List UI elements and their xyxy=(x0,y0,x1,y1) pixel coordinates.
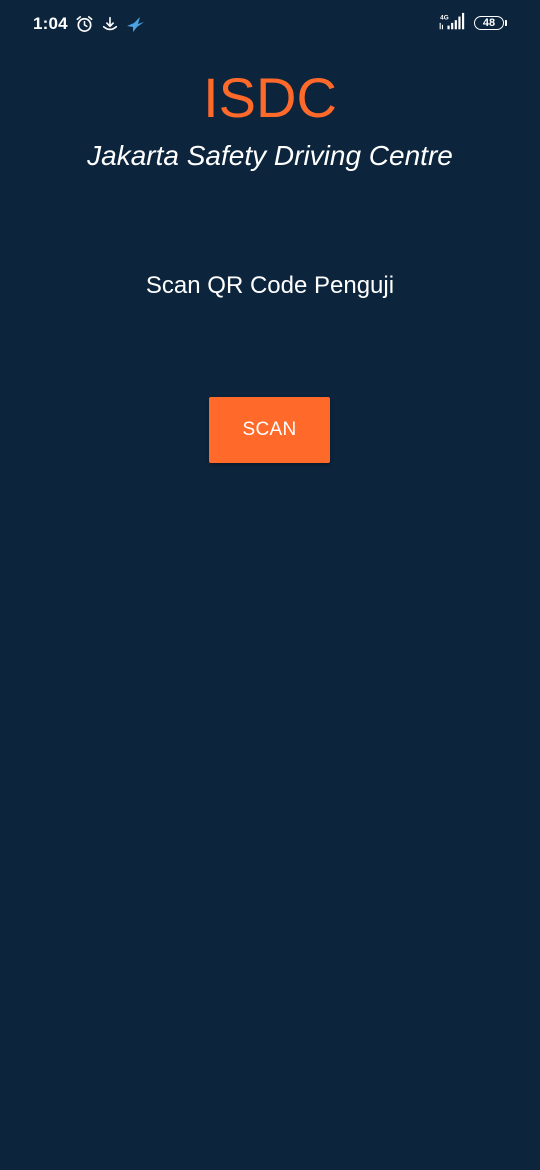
app-title: ISDC xyxy=(203,66,337,129)
scan-button[interactable]: SCAN xyxy=(209,397,330,463)
battery-icon: 48 xyxy=(474,16,504,30)
alarm-icon xyxy=(76,16,93,32)
battery-level: 48 xyxy=(482,16,496,29)
scan-instruction: Scan QR Code Penguji xyxy=(145,272,395,299)
battery-tip xyxy=(505,20,507,26)
signal-icon: 4G xyxy=(439,12,465,30)
status-time: 1:04 xyxy=(33,14,68,33)
app-subtitle: Jakarta Safety Driving Centre xyxy=(87,140,453,171)
bird-icon xyxy=(127,17,144,32)
status-bar: 1:04 4G 48 xyxy=(0,0,540,50)
network-type-label: 4G xyxy=(440,14,449,21)
download-icon xyxy=(102,16,118,31)
